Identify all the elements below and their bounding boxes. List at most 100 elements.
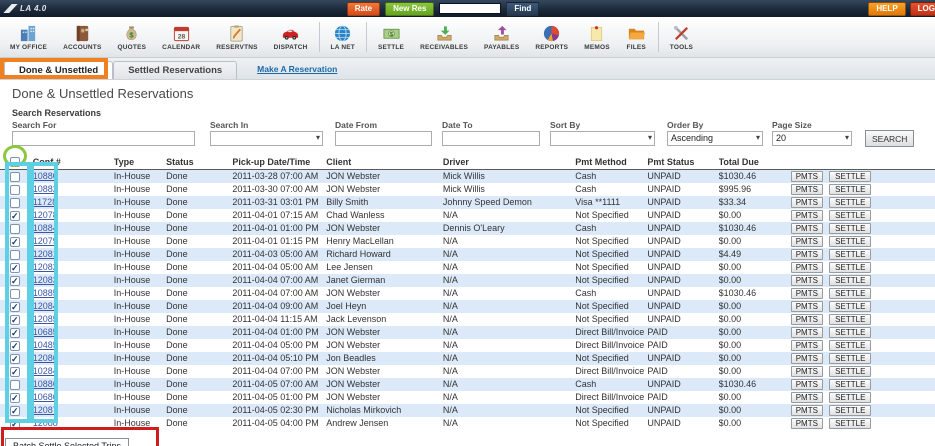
settle-button[interactable]: SETTLE xyxy=(829,262,872,273)
select-all-checkbox[interactable] xyxy=(10,156,20,167)
col-header-client[interactable]: Client xyxy=(326,154,443,169)
pmts-button[interactable]: PMTS xyxy=(790,340,823,351)
settle-button[interactable]: SETTLE xyxy=(829,223,872,234)
help-button[interactable]: HELP xyxy=(868,1,906,16)
pmts-button[interactable]: PMTS xyxy=(790,210,823,221)
conf-number-link[interactable]: 10284 xyxy=(33,366,58,376)
col-header-type[interactable]: Type xyxy=(114,154,166,169)
conf-number-link[interactable]: 12088 xyxy=(33,418,58,428)
toolbar-item-la-net[interactable]: LA NET xyxy=(323,23,363,52)
settle-button[interactable]: SETTLE xyxy=(829,314,872,325)
find-button[interactable]: Find xyxy=(506,1,540,16)
conf-number-link[interactable]: 10880 xyxy=(33,171,58,181)
pmts-button[interactable]: PMTS xyxy=(790,184,823,195)
col-header-driver[interactable]: Driver xyxy=(443,154,575,169)
conf-number-link[interactable]: 12084 xyxy=(33,301,58,311)
conf-number-link[interactable]: 10686 xyxy=(33,392,58,402)
conf-number-link[interactable]: 12079 xyxy=(33,236,58,246)
tab-done-unsettled[interactable]: Done & Unsettled xyxy=(4,61,114,79)
settle-button[interactable]: SETTLE xyxy=(829,327,872,338)
pmts-button[interactable]: PMTS xyxy=(790,301,823,312)
find-input[interactable] xyxy=(439,3,502,14)
pmts-button[interactable]: PMTS xyxy=(790,275,823,286)
rate-button[interactable]: Rate xyxy=(346,1,381,16)
row-checkbox[interactable] xyxy=(10,184,20,195)
col-header-pmt-method[interactable]: Pmt Method xyxy=(575,154,647,169)
row-checkbox[interactable] xyxy=(10,210,20,222)
conf-number-link[interactable]: 10884 xyxy=(33,223,58,233)
col-header-conf[interactable]: Conf # xyxy=(33,154,114,169)
settle-button[interactable]: SETTLE xyxy=(829,405,872,416)
conf-number-link[interactable]: 12081 xyxy=(33,249,58,259)
toolbar-item-my-office[interactable]: MY OFFICE xyxy=(2,23,55,52)
page-size-select[interactable]: 20 xyxy=(772,131,852,146)
row-checkbox[interactable] xyxy=(10,301,20,313)
pmts-button[interactable]: PMTS xyxy=(790,262,823,273)
conf-number-link[interactable]: 10886 xyxy=(33,379,58,389)
pmts-button[interactable]: PMTS xyxy=(790,197,823,208)
toolbar-item-tools[interactable]: TOOLS xyxy=(662,23,701,52)
row-checkbox[interactable] xyxy=(10,197,20,208)
conf-number-link[interactable]: 11728 xyxy=(33,197,57,207)
settle-button[interactable]: SETTLE xyxy=(829,392,872,403)
row-checkbox[interactable] xyxy=(10,236,20,248)
row-checkbox[interactable] xyxy=(10,262,20,274)
pmts-button[interactable]: PMTS xyxy=(790,418,823,429)
conf-number-link[interactable]: 12085 xyxy=(33,314,58,324)
pmts-button[interactable]: PMTS xyxy=(790,379,823,390)
row-checkbox[interactable] xyxy=(10,353,20,365)
conf-number-link[interactable]: 12082 xyxy=(33,262,58,272)
conf-number-link[interactable]: 10685 xyxy=(33,327,58,337)
logout-button[interactable]: LOG xyxy=(909,1,935,16)
toolbar-item-files[interactable]: FILES xyxy=(618,23,655,52)
row-checkbox[interactable] xyxy=(10,418,20,430)
row-checkbox[interactable] xyxy=(10,392,20,404)
toolbar-item-reservations[interactable]: RESERVTNS xyxy=(208,23,265,52)
search-in-select[interactable] xyxy=(210,131,323,146)
row-checkbox[interactable] xyxy=(10,379,20,390)
pmts-button[interactable]: PMTS xyxy=(790,392,823,403)
pmts-button[interactable]: PMTS xyxy=(790,353,823,364)
search-button[interactable]: SEARCH xyxy=(865,130,915,147)
settle-button[interactable]: SETTLE xyxy=(829,249,872,260)
new-res-button[interactable]: New Res xyxy=(385,1,435,16)
settle-button[interactable]: SETTLE xyxy=(829,340,872,351)
col-header-pickup[interactable]: Pick-up Date/Time xyxy=(232,154,326,169)
settle-button[interactable]: SETTLE xyxy=(829,236,872,247)
pmts-button[interactable]: PMTS xyxy=(790,327,823,338)
date-to-input[interactable] xyxy=(442,131,540,146)
toolbar-item-calendar[interactable]: 28 CALENDAR xyxy=(154,23,208,52)
settle-button[interactable]: SETTLE xyxy=(829,301,872,312)
pmts-button[interactable]: PMTS xyxy=(790,236,823,247)
pmts-button[interactable]: PMTS xyxy=(790,366,823,377)
date-from-input[interactable] xyxy=(335,131,432,146)
row-checkbox[interactable] xyxy=(10,171,20,182)
settle-button[interactable]: SETTLE xyxy=(829,288,872,299)
toolbar-item-payables[interactable]: PAYABLES xyxy=(476,23,527,52)
settle-button[interactable]: SETTLE xyxy=(829,171,872,182)
row-checkbox[interactable] xyxy=(10,327,20,339)
row-checkbox[interactable] xyxy=(10,405,20,417)
settle-button[interactable]: SETTLE xyxy=(829,184,872,195)
pmts-button[interactable]: PMTS xyxy=(790,171,823,182)
sort-by-select[interactable] xyxy=(550,131,655,146)
row-checkbox[interactable] xyxy=(10,288,20,299)
conf-number-link[interactable]: 10882 xyxy=(33,184,58,194)
search-for-input[interactable] xyxy=(12,131,195,146)
row-checkbox[interactable] xyxy=(10,249,20,260)
conf-number-link[interactable]: 12087 xyxy=(33,405,58,415)
row-checkbox[interactable] xyxy=(10,366,20,378)
settle-button[interactable]: SETTLE xyxy=(829,353,872,364)
toolbar-item-accounts[interactable]: ACCOUNTS xyxy=(55,23,109,52)
col-header-status[interactable]: Status xyxy=(166,154,232,169)
batch-settle-button[interactable]: Batch Settle Selected Trips xyxy=(5,438,130,446)
row-checkbox[interactable] xyxy=(10,275,20,287)
col-header-pmt-status[interactable]: Pmt Status xyxy=(647,154,718,169)
toolbar-item-memos[interactable]: MEMOS xyxy=(576,23,618,52)
toolbar-item-dispatch[interactable]: DISPATCH xyxy=(266,23,316,52)
make-a-reservation-link[interactable]: Make A Reservation xyxy=(257,64,337,74)
settle-button[interactable]: SETTLE xyxy=(829,275,872,286)
pmts-button[interactable]: PMTS xyxy=(790,288,823,299)
settle-button[interactable]: SETTLE xyxy=(829,418,872,429)
toolbar-item-receivables[interactable]: RECEIVABLES xyxy=(412,23,476,52)
